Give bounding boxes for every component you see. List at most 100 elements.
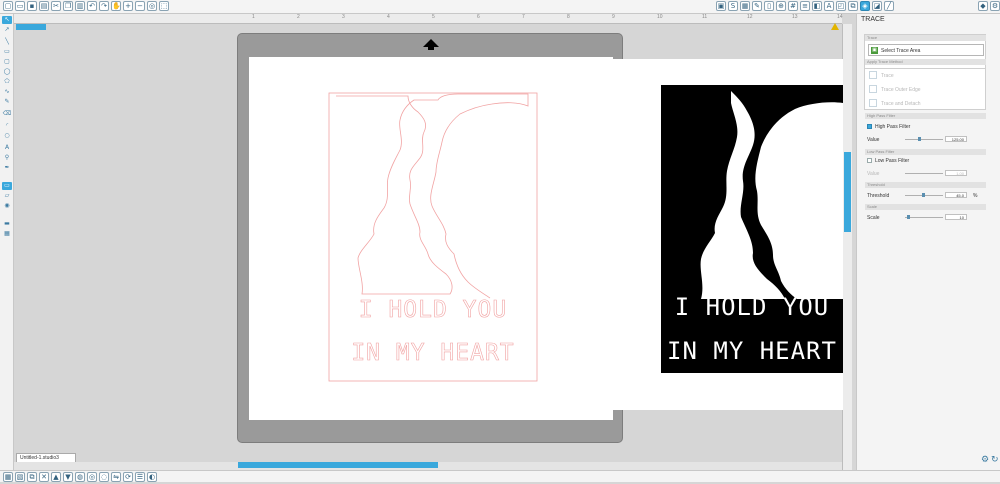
library-icon[interactable]: ▦ <box>740 1 750 11</box>
panel-title: TRACE <box>861 16 885 23</box>
horizontal-scrollbar[interactable] <box>14 462 842 470</box>
pen-tool-icon[interactable]: ✒ <box>2 164 12 172</box>
new-icon[interactable]: ▢ <box>3 1 13 11</box>
zoom-fit-icon[interactable]: ◎ <box>147 1 157 11</box>
text-icon[interactable]: A <box>824 1 834 11</box>
library-panel-icon[interactable]: ▬ <box>2 220 12 228</box>
pan-icon[interactable]: ✋ <box>111 1 121 11</box>
method-detach-label[interactable]: Trace and Detach <box>881 101 921 107</box>
trace-detach-icon[interactable] <box>869 99 877 107</box>
curve-tool-icon[interactable]: ∿ <box>2 88 12 96</box>
lowpass-slider[interactable] <box>905 169 943 174</box>
line-tool-icon[interactable]: ╲ <box>2 38 12 46</box>
freehand-tool-icon[interactable]: ✎ <box>2 98 12 106</box>
vertical-scrollbar[interactable] <box>842 24 852 470</box>
ruler-tick: 3 <box>342 14 345 20</box>
knife-tool-icon[interactable]: ⚲ <box>2 154 12 162</box>
vertical-scroll-thumb[interactable] <box>844 152 851 232</box>
horizontal-scroll-thumb[interactable] <box>238 462 438 468</box>
rhinestone-icon[interactable]: ◉ <box>2 202 12 210</box>
threshold-value-field[interactable]: 45.0 <box>945 192 967 198</box>
select-trace-area-button[interactable]: ▣ Select Trace Area <box>868 44 984 56</box>
knife-icon[interactable]: ╱ <box>884 1 894 11</box>
registration-icon[interactable]: ⊕ <box>776 1 786 11</box>
modify-icon[interactable]: ◪ <box>872 1 882 11</box>
panel-settings-icon[interactable]: ⚙ <box>981 455 989 465</box>
zoom-out-icon[interactable]: − <box>135 1 145 11</box>
warning-icon[interactable] <box>831 23 839 30</box>
method-trace-label[interactable]: Trace <box>881 73 894 79</box>
scale-slider-knob[interactable] <box>907 215 910 219</box>
highpass-slider-knob[interactable] <box>918 137 921 141</box>
store-icon[interactable]: S <box>728 1 738 11</box>
replicate-icon[interactable]: ⧉ <box>848 1 858 11</box>
save-icon[interactable]: ▪ <box>27 1 37 11</box>
rounded-rect-icon[interactable]: ▢ <box>2 58 12 66</box>
highpass-checkbox[interactable] <box>867 124 872 129</box>
print-icon[interactable]: ▤ <box>39 1 49 11</box>
trace-method-icon[interactable] <box>869 71 877 79</box>
point-edit-icon[interactable]: ↗ <box>2 26 12 34</box>
eraser-icon[interactable]: ⌫ <box>2 110 12 118</box>
fill-icon[interactable]: ◧ <box>812 1 822 11</box>
fill-page-icon[interactable]: ⬚ <box>159 1 169 11</box>
flip-icon[interactable]: ⇋ <box>111 472 121 482</box>
lowpass-value-field[interactable]: 1.00 <box>945 170 967 176</box>
trace-outline-svg <box>328 92 538 382</box>
trace-outline[interactable]: I HOLD YOU IN MY HEART <box>328 92 538 382</box>
release-compound-icon[interactable]: ◌ <box>99 472 109 482</box>
send-icon[interactable]: ▣ <box>716 1 726 11</box>
panel-refresh-icon[interactable]: ↻ <box>991 455 999 465</box>
trace-outer-icon[interactable] <box>869 85 877 93</box>
ungroup-icon[interactable]: ▧ <box>15 472 25 482</box>
group-icon[interactable]: ▦ <box>3 472 13 482</box>
make-compound-icon[interactable]: ◎ <box>87 472 97 482</box>
bottom-toolbar: ▦ ▧ ⧉ ✕ ▲ ▼ ◍ ◎ ◌ ⇋ ⟳ ☰ ◐ <box>0 470 1000 482</box>
offset-icon[interactable]: ◰ <box>836 1 846 11</box>
align-icon[interactable]: ☰ <box>135 472 145 482</box>
settings-icon[interactable]: ⚙ <box>990 1 1000 11</box>
select-tool-icon[interactable]: ↖ <box>2 16 12 24</box>
lock-icon[interactable]: ◐ <box>147 472 157 482</box>
lowpass-checkbox[interactable] <box>867 158 872 163</box>
line-style-icon[interactable]: ≡ <box>800 1 810 11</box>
trace-icon[interactable]: ◈ <box>860 1 870 11</box>
undo-icon[interactable]: ↶ <box>87 1 97 11</box>
rotate-icon[interactable]: ⟳ <box>123 472 133 482</box>
highpass-value-field[interactable]: 125.00 <box>945 136 967 142</box>
page-setup-icon[interactable]: ▯ <box>764 1 774 11</box>
paste-icon[interactable]: ▥ <box>75 1 85 11</box>
rectangle-tool-icon[interactable]: ▭ <box>2 48 12 56</box>
threshold-slider[interactable] <box>905 191 943 197</box>
store-panel-icon[interactable]: ▦ <box>2 230 12 238</box>
send-back-icon[interactable]: ▼ <box>63 472 73 482</box>
duplicate-icon[interactable]: ⧉ <box>27 472 37 482</box>
arc-tool-icon[interactable]: ◜ <box>2 122 12 130</box>
section-lowpass: Low Pass Filter <box>865 149 986 155</box>
text-tool-icon[interactable]: A <box>2 144 12 152</box>
section-highpass: High Pass Filter <box>865 113 986 119</box>
circle-tool-icon[interactable]: ○ <box>2 132 12 140</box>
copy-icon[interactable]: ❐ <box>63 1 73 11</box>
weld-icon[interactable]: ◍ <box>75 472 85 482</box>
open-icon[interactable]: ▭ <box>15 1 25 11</box>
design-icon[interactable]: ✎ <box>752 1 762 11</box>
show-mat-icon[interactable]: ▭ <box>2 182 12 190</box>
method-outer-label[interactable]: Trace Outer Edge <box>881 87 921 93</box>
sketch-icon[interactable]: ▱ <box>2 192 12 200</box>
delete-icon[interactable]: ✕ <box>39 472 49 482</box>
bring-front-icon[interactable]: ▲ <box>51 472 61 482</box>
redo-icon[interactable]: ↷ <box>99 1 109 11</box>
cut-icon[interactable]: ✂ <box>51 1 61 11</box>
scale-value-field[interactable]: 10 <box>945 214 967 220</box>
source-image[interactable]: I HOLD YOU IN MY HEART <box>661 85 843 373</box>
threshold-slider-knob[interactable] <box>922 193 925 197</box>
zoom-in-icon[interactable]: + <box>123 1 133 11</box>
ellipse-tool-icon[interactable]: ◯ <box>2 68 12 76</box>
scale-slider[interactable] <box>905 213 943 219</box>
grid-icon[interactable]: # <box>788 1 798 11</box>
document-tab[interactable]: Untitled-1.studio3 <box>16 453 76 462</box>
polygon-tool-icon[interactable]: ⬠ <box>2 78 12 86</box>
highpass-slider[interactable] <box>905 135 943 141</box>
design-store-icon[interactable]: ◆ <box>978 1 988 11</box>
